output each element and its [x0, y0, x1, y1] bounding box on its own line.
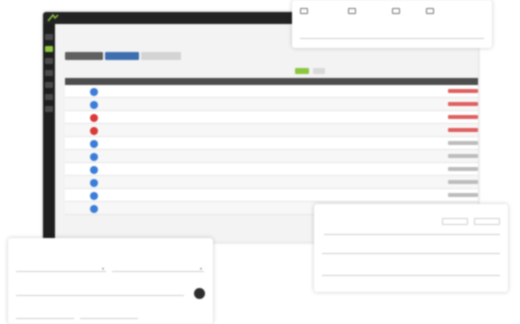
toolbar-button[interactable]: [141, 52, 181, 60]
screenshot-stage: ▾ ▾: [0, 0, 520, 324]
table-row[interactable]: [65, 85, 478, 98]
status-icon: [90, 204, 98, 213]
text-field[interactable]: [322, 270, 500, 276]
sidebar: [43, 24, 55, 242]
status-icon: [90, 126, 98, 135]
toolbar-button[interactable]: [65, 52, 103, 60]
sidebar-item[interactable]: [45, 58, 53, 64]
select-field[interactable]: [16, 266, 106, 272]
text-field[interactable]: [16, 290, 184, 296]
table-row[interactable]: [65, 98, 478, 111]
status-badge: [448, 128, 478, 132]
status-icon: [90, 113, 98, 122]
filter-toggle[interactable]: [313, 68, 325, 74]
chevron-down-icon: ▾: [200, 266, 203, 271]
overview-card: [292, 0, 492, 48]
status-badge: [448, 154, 478, 158]
form-card: ▾ ▾: [8, 238, 213, 324]
settings-card: [314, 204, 508, 292]
status-badge: [448, 167, 478, 171]
text-field[interactable]: [322, 248, 500, 254]
logo-icon: [47, 14, 59, 22]
option-button[interactable]: [442, 218, 468, 225]
chart-icon[interactable]: [392, 8, 400, 14]
status-icon: [90, 87, 98, 96]
toolbar: [65, 52, 181, 60]
table-row[interactable]: [65, 137, 478, 150]
table-row[interactable]: [65, 163, 478, 176]
card-divider: [300, 33, 484, 39]
grid-icon[interactable]: [348, 8, 356, 14]
status-badge: [448, 89, 478, 93]
sidebar-item[interactable]: [45, 70, 53, 76]
action-button[interactable]: [194, 288, 205, 299]
table-header: [65, 78, 478, 85]
option-button[interactable]: [474, 218, 500, 225]
select-field[interactable]: [112, 266, 204, 272]
table-row[interactable]: [65, 150, 478, 163]
table-row[interactable]: [65, 124, 478, 137]
table-row[interactable]: [65, 111, 478, 124]
sidebar-item[interactable]: [45, 94, 53, 100]
status-icon: [90, 100, 98, 109]
sidebar-item[interactable]: [45, 82, 53, 88]
status-icon: [90, 139, 98, 148]
status-icon: [90, 152, 98, 161]
status-icon: [90, 178, 98, 187]
table-row[interactable]: [65, 176, 478, 189]
text-field[interactable]: [80, 313, 138, 319]
status-badge: [448, 180, 478, 184]
status-badge: [448, 115, 478, 119]
status-badge: [448, 102, 478, 106]
toolbar-button[interactable]: [105, 52, 139, 60]
text-field[interactable]: [324, 229, 500, 235]
monitor-icon[interactable]: [300, 8, 308, 14]
sidebar-item-active[interactable]: [45, 46, 53, 52]
status-icon: [90, 191, 98, 200]
sidebar-item[interactable]: [45, 34, 53, 40]
text-field[interactable]: [16, 313, 74, 319]
status-badge: [448, 193, 478, 197]
filter-toggle-active[interactable]: [295, 68, 309, 74]
chevron-down-icon: ▾: [102, 266, 105, 271]
status-badge: [448, 141, 478, 145]
status-icon: [90, 165, 98, 174]
table-row[interactable]: [65, 189, 478, 202]
user-icon[interactable]: [426, 8, 434, 14]
sidebar-item[interactable]: [45, 106, 53, 112]
table-body: [65, 85, 478, 215]
